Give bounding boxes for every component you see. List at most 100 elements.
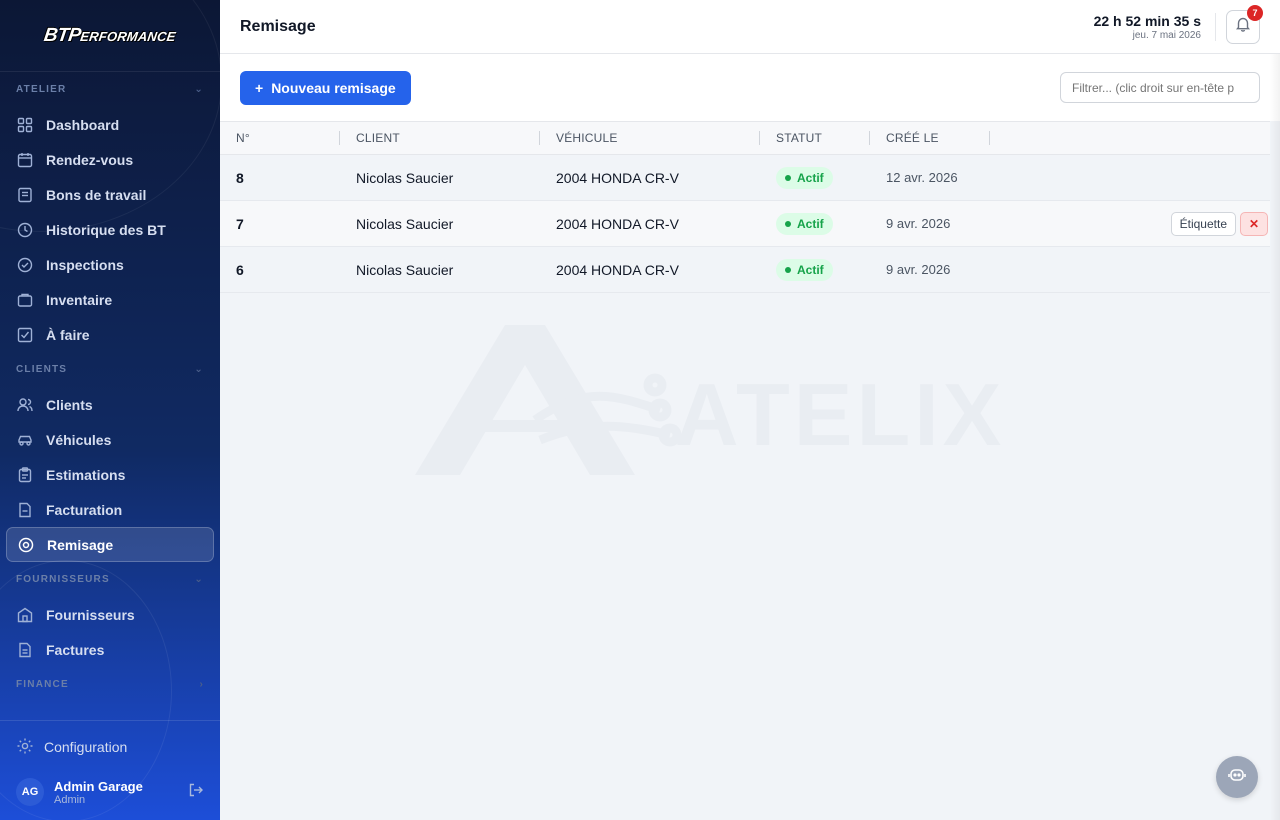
atelix-watermark-logo: ATELIX bbox=[415, 325, 1001, 475]
sidebar-item-estimations[interactable]: Estimations bbox=[6, 457, 214, 492]
sidebar-item-inventaire[interactable]: Inventaire bbox=[6, 282, 214, 317]
user-name: Admin Garage bbox=[54, 778, 143, 794]
top-bar: Remisage 22 h 52 min 35 s jeu. 7 mai 202… bbox=[220, 0, 1280, 54]
cell-vehicle: 2004 HONDA CR-V bbox=[556, 215, 679, 232]
notifications-button[interactable]: 7 bbox=[1226, 4, 1263, 44]
sidebar-item-remisage[interactable]: Remisage bbox=[6, 527, 214, 562]
status-dot-icon bbox=[785, 220, 791, 227]
table-row[interactable]: 7 Nicolas Saucier 2004 HONDA CR-V Actif … bbox=[220, 201, 1270, 247]
cell-status: Actif bbox=[760, 166, 870, 189]
check-circle-icon bbox=[16, 256, 34, 274]
toolbar: + Nouveau remisage bbox=[220, 54, 1280, 121]
user-role: Admin bbox=[54, 793, 86, 806]
status-badge: Actif bbox=[776, 212, 833, 235]
column-header-vehicle[interactable]: VÉHICULE bbox=[540, 122, 760, 154]
sidebar-item-label: Historique des BT bbox=[46, 221, 166, 238]
data-grid: N° CLIENT VÉHICULE STATUT CRÉÉ LE 8 Nico… bbox=[220, 121, 1280, 293]
sidebar-item-factures[interactable]: Factures bbox=[6, 632, 214, 667]
status-badge: Actif bbox=[776, 258, 833, 281]
gear-icon bbox=[16, 737, 34, 758]
chevron-down-icon: ⌄ bbox=[194, 574, 204, 585]
grid-icon bbox=[16, 116, 34, 134]
delete-button[interactable]: ✕ bbox=[1240, 211, 1268, 236]
page-title: Remisage bbox=[240, 17, 316, 35]
status-badge: Actif bbox=[776, 166, 833, 189]
status-dot-icon bbox=[785, 266, 791, 273]
clock-time: 22 h 52 min 35 s bbox=[1093, 12, 1201, 29]
car-icon bbox=[16, 431, 34, 449]
cell-created: 9 avr. 2026 bbox=[886, 262, 951, 277]
sidebar-item-a-faire[interactable]: À faire bbox=[6, 317, 214, 352]
invoice-icon bbox=[16, 501, 34, 519]
sidebar: BTPERFORMANCE ATELIER ⌄ Dashboard Rendez-… bbox=[0, 0, 220, 820]
clipboard-icon bbox=[16, 466, 34, 484]
brand-logo[interactable]: BTPERFORMANCE bbox=[43, 25, 178, 47]
sidebar-item-rendez-vous[interactable]: Rendez-vous bbox=[6, 142, 214, 177]
section-title-atelier[interactable]: ATELIER ⌄ bbox=[0, 72, 220, 107]
cell-client: Nicolas Saucier bbox=[356, 215, 454, 232]
sidebar-item-label: Facturation bbox=[46, 501, 123, 518]
chat-icon bbox=[1227, 765, 1247, 790]
sidebar-item-label: Estimations bbox=[46, 466, 126, 483]
sidebar-item-label: Véhicules bbox=[46, 431, 112, 448]
users-icon bbox=[16, 396, 34, 414]
filter-input[interactable] bbox=[1060, 72, 1260, 103]
sidebar-item-label: Dashboard bbox=[46, 116, 120, 133]
column-header-client[interactable]: CLIENT bbox=[340, 122, 540, 154]
sidebar-item-clients[interactable]: Clients bbox=[6, 387, 214, 422]
new-remisage-button[interactable]: + Nouveau remisage bbox=[240, 70, 411, 105]
bell-icon bbox=[1235, 16, 1251, 37]
cell-created: 9 avr. 2026 bbox=[886, 216, 951, 231]
section-title-fournisseurs[interactable]: FOURNISSEURS ⌄ bbox=[0, 562, 220, 597]
brand-logo-area: BTPERFORMANCE bbox=[0, 0, 220, 72]
sidebar-item-fournisseurs[interactable]: Fournisseurs bbox=[6, 597, 214, 632]
sidebar-item-label: Inspections bbox=[46, 256, 124, 273]
column-header-created[interactable]: CRÉÉ LE bbox=[870, 122, 990, 154]
cell-number: 6 bbox=[236, 261, 244, 278]
clock-date: jeu. 7 mai 2026 bbox=[1132, 29, 1201, 41]
sidebar-item-label: Remisage bbox=[47, 536, 114, 553]
new-remisage-label: Nouveau remisage bbox=[271, 79, 396, 96]
sidebar-item-label: Fournisseurs bbox=[46, 606, 135, 623]
section-title-clients[interactable]: CLIENTS ⌄ bbox=[0, 352, 220, 387]
sidebar-item-label: Clients bbox=[46, 396, 93, 413]
user-profile[interactable]: AG Admin Garage Admin bbox=[0, 773, 220, 811]
clock-icon bbox=[16, 221, 34, 239]
section-title-finance[interactable]: FINANCE › bbox=[0, 667, 220, 702]
box-icon bbox=[16, 291, 34, 309]
sidebar-item-label: Rendez-vous bbox=[46, 151, 134, 168]
cell-vehicle: 2004 HONDA CR-V bbox=[556, 169, 679, 186]
chevron-down-icon: ⌄ bbox=[194, 84, 204, 95]
sidebar-item-label: Inventaire bbox=[46, 291, 113, 308]
configuration-link[interactable]: Configuration bbox=[0, 721, 220, 773]
table-row[interactable]: 8 Nicolas Saucier 2004 HONDA CR-V Actif … bbox=[220, 155, 1270, 201]
sidebar-item-vehicules[interactable]: Véhicules bbox=[6, 422, 214, 457]
row-actions: Étiquette ✕ bbox=[1170, 211, 1270, 236]
sidebar-item-label: Bons de travail bbox=[46, 186, 147, 203]
cell-status: Actif bbox=[760, 212, 870, 235]
sidebar-footer: Configuration AG Admin Garage Admin bbox=[0, 720, 220, 811]
column-header-status[interactable]: STATUT bbox=[760, 122, 870, 154]
support-chat-button[interactable] bbox=[1216, 756, 1258, 798]
chevron-right-icon: › bbox=[199, 679, 204, 690]
clock: 22 h 52 min 35 s jeu. 7 mai 2026 bbox=[1093, 12, 1216, 41]
column-header-number[interactable]: N° bbox=[220, 122, 340, 154]
status-dot-icon bbox=[785, 174, 791, 181]
logout-icon[interactable] bbox=[188, 782, 204, 803]
cell-status: Actif bbox=[760, 258, 870, 281]
sidebar-item-historique[interactable]: Historique des BT bbox=[6, 212, 214, 247]
label-button[interactable]: Étiquette bbox=[1170, 211, 1236, 236]
chevron-down-icon: ⌄ bbox=[194, 364, 204, 375]
configuration-label: Configuration bbox=[44, 739, 128, 755]
scroll-shadow bbox=[1270, 54, 1280, 820]
sidebar-item-dashboard[interactable]: Dashboard bbox=[6, 107, 214, 142]
notification-badge: 7 bbox=[1247, 4, 1263, 21]
cell-client: Nicolas Saucier bbox=[356, 261, 454, 278]
table-row[interactable]: 6 Nicolas Saucier 2004 HONDA CR-V Actif … bbox=[220, 247, 1270, 293]
grid-header: N° CLIENT VÉHICULE STATUT CRÉÉ LE bbox=[220, 121, 1270, 155]
sidebar-item-inspections[interactable]: Inspections bbox=[6, 247, 214, 282]
building-icon bbox=[16, 606, 34, 624]
sidebar-item-facturation[interactable]: Facturation bbox=[6, 492, 214, 527]
tire-icon bbox=[17, 536, 35, 554]
sidebar-item-bons-de-travail[interactable]: Bons de travail bbox=[6, 177, 214, 212]
